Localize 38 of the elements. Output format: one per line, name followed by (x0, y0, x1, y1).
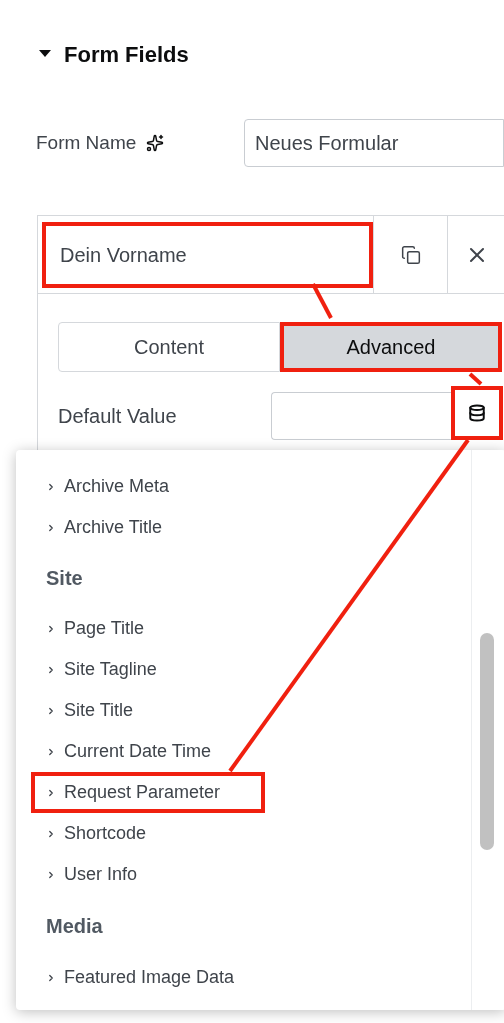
database-icon (468, 404, 486, 422)
menu-item[interactable]: Current Date Time (31, 731, 265, 772)
default-value-field[interactable] (271, 392, 451, 440)
menu-item[interactable]: Site Title (31, 690, 265, 731)
chevron-icon (46, 746, 56, 757)
menu-item[interactable]: User Info (31, 854, 265, 895)
form-name-label: Form Name (36, 130, 137, 155)
tab[interactable]: Advanced (280, 322, 502, 372)
field-title[interactable]: Dein Vorname (42, 221, 373, 288)
chevron-icon (46, 481, 56, 492)
menu-item[interactable]: Shortcode (31, 813, 265, 854)
caret-down-icon[interactable] (38, 49, 52, 59)
sparkle-icon[interactable] (146, 134, 165, 152)
menu-item[interactable]: Archive Title (31, 507, 265, 548)
chevron-icon (46, 705, 56, 716)
connector-line (311, 283, 333, 319)
menu-item[interactable]: Archive Meta (31, 466, 265, 507)
chevron-icon (46, 972, 56, 983)
copy-icon[interactable] (400, 244, 421, 265)
chevron-icon (46, 828, 56, 839)
group-heading: Media (46, 914, 103, 939)
chevron-icon (46, 787, 56, 798)
form-name-field[interactable]: Neues Formular (244, 119, 504, 167)
scrollbar-thumb[interactable] (480, 633, 494, 850)
section-title[interactable]: Form Fields (64, 37, 189, 71)
chevron-icon (46, 664, 56, 675)
chevron-icon (46, 869, 56, 880)
menu-item[interactable]: Site Tagline (31, 649, 265, 690)
menu-item[interactable]: Featured Image Data (31, 957, 265, 998)
chevron-icon (46, 522, 56, 533)
chevron-icon (46, 623, 56, 634)
tab[interactable]: Content (58, 322, 280, 372)
dynamic-tags-button[interactable] (451, 386, 503, 440)
connector-line (468, 372, 483, 386)
menu-item[interactable]: Page Title (31, 608, 265, 649)
group-heading: Site (46, 566, 83, 591)
default-value-label: Default Value (58, 404, 178, 429)
menu-item[interactable]: Request Parameter (31, 772, 265, 813)
